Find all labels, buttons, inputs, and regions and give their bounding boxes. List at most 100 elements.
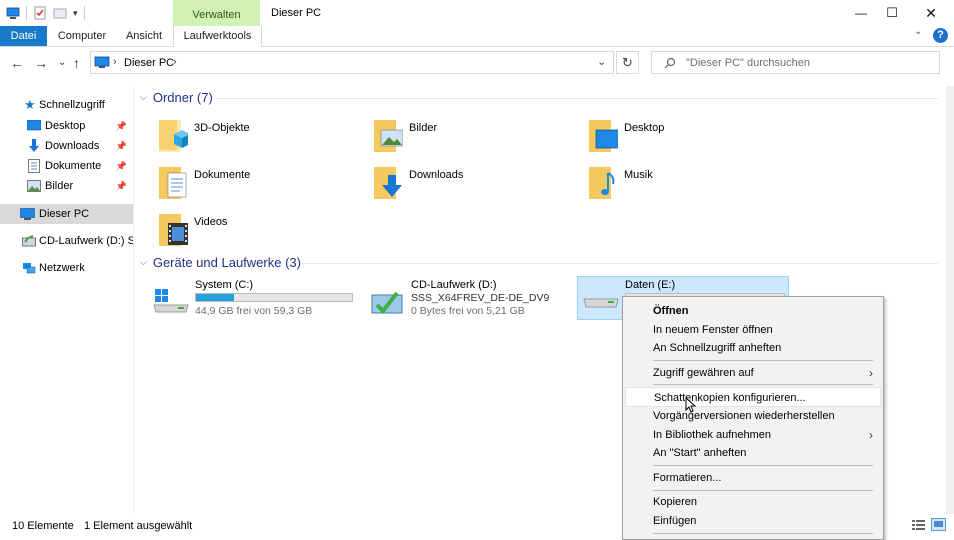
folder-label: Bilder <box>409 122 438 134</box>
context-tab-group-label: Verwalten <box>192 9 241 21</box>
sidebar-item-dokumente[interactable]: Dokumente 📌 <box>0 156 133 176</box>
navigation-pane: ★ Schnellzugriff Desktop 📌 Downloads 📌 D… <box>0 86 133 514</box>
folder-downloads[interactable]: Downloads <box>371 161 581 205</box>
address-bar[interactable]: › Dieser PC › ⌄ <box>90 51 614 74</box>
folder-bilder[interactable]: Bilder <box>371 114 581 158</box>
forward-button[interactable]: → <box>34 55 48 71</box>
sidebar-item-cd-laufwerk[interactable]: CD-Laufwerk (D:) SSS <box>0 231 133 251</box>
menu-item-schnellzugriff-anheften[interactable]: An Schnellzugriff anheften <box>625 338 881 358</box>
drive-system-c[interactable]: System (C:) 44,9 GB frei von 59,3 GB <box>152 277 362 321</box>
pin-icon[interactable]: 📌 <box>116 161 127 172</box>
folder-dokumente[interactable]: Dokumente <box>156 161 366 205</box>
refresh-button[interactable]: ↻ <box>616 51 639 74</box>
qat-customize-icon[interactable]: ▾ <box>73 8 78 19</box>
folder-label: 3D-Objekte <box>194 122 250 134</box>
folder-label: Musik <box>624 169 653 181</box>
menu-item-vorgaengerversionen[interactable]: Vorgängerversionen wiederherstellen <box>625 406 881 426</box>
sidebar-item-dieser-pc[interactable]: Dieser PC <box>0 204 133 224</box>
cd-drive-icon <box>371 291 403 315</box>
network-icon <box>23 263 36 274</box>
breadcrumb-separator[interactable]: › <box>173 56 177 68</box>
videos-folder-icon <box>159 214 188 246</box>
sidebar-item-bilder[interactable]: Bilder 📌 <box>0 176 133 196</box>
drive-free-space: 0 Bytes frei von 5,21 GB <box>411 305 525 317</box>
tab-laufwerktools[interactable]: Laufwerktools <box>173 26 262 47</box>
folder-desktop[interactable]: Desktop <box>586 114 796 158</box>
mouse-cursor-icon <box>685 397 696 413</box>
breadcrumb-separator[interactable]: › <box>113 56 117 68</box>
up-arrow-icon: ↑ <box>73 55 80 71</box>
folder-label: Dokumente <box>194 169 251 181</box>
tab-datei[interactable]: Datei <box>0 26 47 46</box>
this-pc-icon[interactable] <box>6 6 20 20</box>
up-button[interactable]: ↑ <box>73 55 80 71</box>
drive-name: CD-Laufwerk (D:) <box>411 279 497 291</box>
this-pc-icon <box>20 207 35 220</box>
pictures-icon <box>27 180 41 192</box>
folder-musik[interactable]: Musik <box>586 161 796 205</box>
menu-item-in-neuem-fenster[interactable]: In neuem Fenster öffnen <box>625 320 881 340</box>
tab-ansicht[interactable]: Ansicht <box>118 26 170 46</box>
sidebar-item-label: Dokumente <box>45 160 102 172</box>
group-header-label: Ordner (7) <box>152 90 213 105</box>
group-header-geraete[interactable]: ⌵ Geräte und Laufwerke (3) <box>140 255 301 270</box>
recent-locations-button[interactable]: ⌄ <box>58 57 66 68</box>
new-folder-icon[interactable] <box>53 6 67 20</box>
chevron-down-icon: ⌄ <box>58 57 67 68</box>
group-divider <box>302 263 938 264</box>
desktop-folder-icon <box>589 120 618 152</box>
pin-icon[interactable]: 📌 <box>116 181 127 192</box>
collapse-chevron-icon: ⌵ <box>140 257 147 267</box>
menu-separator <box>653 490 873 491</box>
folder-videos[interactable]: Videos <box>156 208 366 252</box>
search-icon <box>664 57 676 69</box>
vertical-scrollbar[interactable] <box>946 86 954 514</box>
windows-drive-icon <box>153 289 189 313</box>
search-input[interactable]: "Dieser PC" durchsuchen <box>651 51 940 74</box>
3d-objects-folder-icon <box>159 120 188 152</box>
menu-item-label: In Bibliothek aufnehmen <box>653 429 772 441</box>
drive-free-space: 44,9 GB frei von 59,3 GB <box>195 305 313 317</box>
folder-label: Videos <box>194 216 228 228</box>
ribbon-expand-icon[interactable]: ⌄ <box>914 26 922 37</box>
star-icon: ★ <box>24 97 36 112</box>
back-arrow-icon: ← <box>10 55 24 71</box>
close-button[interactable]: ✕ <box>908 0 954 26</box>
qat-divider <box>26 6 27 20</box>
properties-icon[interactable] <box>33 6 47 20</box>
menu-separator <box>653 465 873 466</box>
breadcrumb-dieser-pc[interactable]: Dieser PC <box>124 57 174 69</box>
drive-usage-fill <box>196 294 234 301</box>
this-pc-icon <box>94 56 110 68</box>
menu-item-schattenkopien[interactable]: Schattenkopien konfigurieren... <box>625 387 881 407</box>
back-button[interactable]: ← <box>10 55 24 71</box>
menu-item-kopieren[interactable]: Kopieren <box>625 492 881 512</box>
selection-count: 1 Element ausgewählt <box>84 520 193 532</box>
address-dropdown-icon[interactable]: ⌄ <box>597 55 606 68</box>
pin-icon[interactable]: 📌 <box>116 121 127 132</box>
menu-item-formatieren[interactable]: Formatieren... <box>625 468 881 488</box>
sidebar-item-netzwerk[interactable]: Netzwerk <box>0 258 133 278</box>
menu-item-oeffnen[interactable]: Öffnen <box>625 301 881 321</box>
drive-name: Daten (E:) <box>625 279 676 291</box>
group-header-ordner[interactable]: ⌵ Ordner (7) <box>140 90 213 105</box>
refresh-icon: ↻ <box>622 55 633 70</box>
sidebar-item-desktop[interactable]: Desktop 📌 <box>0 116 133 136</box>
sidebar-item-schnellzugriff[interactable]: ★ Schnellzugriff <box>0 95 133 115</box>
menu-item-start-anheften[interactable]: An "Start" anheften <box>625 443 881 463</box>
drive-cd-d[interactable]: CD-Laufwerk (D:) SSS_X64FREV_DE-DE_DV9 0… <box>368 277 578 321</box>
help-icon[interactable]: ? <box>933 28 948 43</box>
folder-3d-objekte[interactable]: 3D-Objekte <box>156 114 366 158</box>
details-view-icon[interactable] <box>911 519 926 531</box>
tab-computer[interactable]: Computer <box>52 26 112 46</box>
menu-item-bibliothek[interactable]: In Bibliothek aufnehmen › <box>625 425 881 445</box>
desktop-icon <box>27 120 41 131</box>
large-icons-view-icon[interactable] <box>931 518 946 531</box>
menu-item-einfuegen[interactable]: Einfügen <box>625 511 881 531</box>
sidebar-item-downloads[interactable]: Downloads 📌 <box>0 136 133 156</box>
menu-item-zugriff-gewaehren[interactable]: Zugriff gewähren auf › <box>625 363 881 383</box>
menu-separator <box>653 384 873 385</box>
menu-separator <box>653 360 873 361</box>
pin-icon[interactable]: 📌 <box>116 141 127 152</box>
download-arrow-icon <box>29 139 39 152</box>
